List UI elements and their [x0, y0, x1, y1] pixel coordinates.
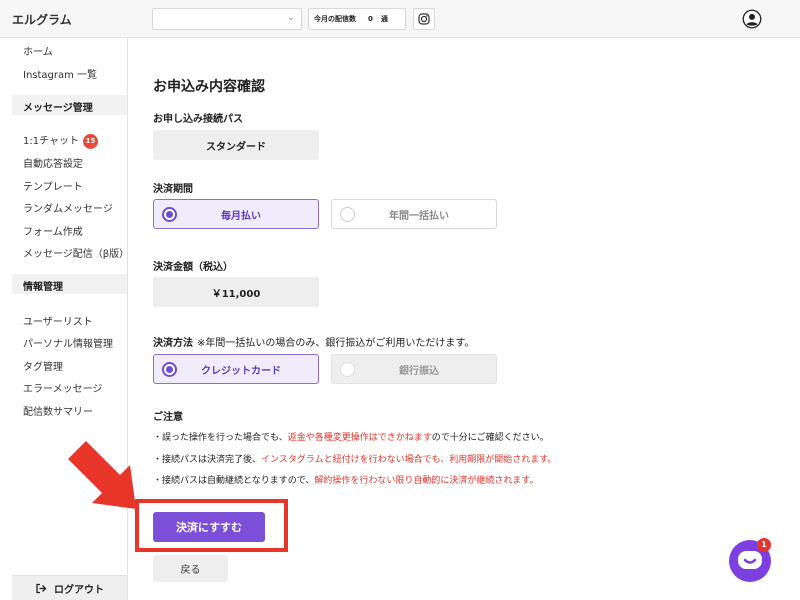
sidebar-item-personal-info[interactable]: パーソナル情報管理	[23, 335, 113, 350]
chat-unread-badge: 15	[83, 133, 98, 149]
main-content: お申込み内容確認 お申し込み接続パス スタンダード 決済期間 毎月払い 年間一括…	[129, 38, 800, 600]
sidebar-item-user-list[interactable]: ユーザーリスト	[23, 313, 93, 328]
back-button[interactable]: 戻る	[153, 555, 228, 582]
sidebar-section-message: メッセージ管理	[12, 95, 127, 115]
method-option-credit-card[interactable]: クレジットカード	[153, 354, 319, 384]
method-label: 決済方法 ※年間一括払いの場合のみ、銀行振込がご利用いただけます。	[153, 334, 474, 349]
pass-label: お申し込み接続パス	[153, 114, 243, 125]
sidebar-item-template[interactable]: テンプレート	[23, 178, 83, 193]
monthly-send-unit: 通	[380, 15, 388, 23]
sidebar-item-home[interactable]: ホーム	[23, 43, 53, 58]
sidebar-item-tag[interactable]: タグ管理	[23, 358, 63, 373]
amount-label: 決済金額（税込）	[153, 262, 233, 273]
caution-line-3: ・接続パスは自動継続となりますので、解約操作を行わない限り自動的に決済が継続され…	[153, 473, 538, 486]
instagram-button[interactable]	[413, 8, 435, 30]
page-title: お申込み内容確認	[153, 79, 265, 95]
caution-title: ご注意	[153, 412, 183, 423]
period-option-monthly-label: 毎月払い	[221, 210, 261, 222]
sidebar-item-random-message[interactable]: ランダムメッセージ	[23, 200, 113, 215]
method-label-text: 決済方法	[153, 338, 193, 349]
caution-text: ・接続パスは自動継続となりますので、	[153, 476, 315, 486]
top-header: エルグラム ⌄ 今月の配信数 0 通	[0, 0, 800, 38]
radio-selected-icon	[162, 362, 177, 377]
radio-disabled-icon	[340, 362, 355, 377]
proceed-payment-button[interactable]: 決済にすすむ	[153, 512, 265, 542]
logout-button[interactable]: ログアウト	[12, 575, 127, 600]
method-note: ※年間一括払いの場合のみ、銀行振込がご利用いただけます。	[197, 338, 475, 349]
amount-value: ￥11,000	[153, 277, 319, 307]
caution-line-1: ・誤った操作を行った場合でも、返金や各種変更操作はできかねますので十分にご確認く…	[153, 430, 549, 443]
sidebar-item-form[interactable]: フォーム作成	[23, 223, 83, 238]
sidebar-item-send-summary[interactable]: 配信数サマリー	[23, 403, 93, 418]
monthly-send-count: 今月の配信数 0 通	[308, 8, 406, 30]
caution-highlight: インスタグラムと紐付けを行わない場合でも、利用期限が開始されます。	[261, 455, 557, 465]
period-option-yearly[interactable]: 年間一括払い	[331, 199, 497, 229]
chat-bubble-icon	[738, 551, 762, 569]
method-option-credit-card-label: クレジットカード	[201, 365, 281, 377]
app-logo[interactable]: エルグラム	[12, 11, 72, 28]
pointer-arrow-icon	[68, 441, 136, 509]
sidebar-item-chat[interactable]: 1:1チャット 15	[23, 132, 98, 149]
sidebar-item-error-message[interactable]: エラーメッセージ	[23, 380, 102, 395]
method-option-bank-transfer: 銀行振込	[331, 354, 497, 384]
caution-text: ので十分にご確認ください。	[431, 433, 549, 443]
caution-highlight: 返金や各種変更操作はできかねます	[287, 433, 432, 443]
logout-icon	[36, 583, 47, 593]
sidebar-item-broadcast[interactable]: メッセージ配信（β版）	[23, 245, 129, 260]
monthly-send-value: 0	[368, 15, 373, 23]
sidebar-item-chat-label: 1:1チャット	[23, 136, 79, 147]
caution-highlight: 解約操作を行わない限り自動的に決済が継続されます。	[314, 476, 539, 486]
sidebar-item-auto-reply[interactable]: 自動応答設定	[23, 155, 83, 170]
logout-label: ログアウト	[54, 584, 104, 596]
account-select[interactable]: ⌄	[152, 8, 302, 30]
radio-selected-icon	[162, 207, 177, 222]
pass-value: スタンダード	[153, 130, 319, 160]
sidebar-section-info: 情報管理	[12, 274, 127, 294]
period-option-yearly-label: 年間一括払い	[389, 210, 449, 222]
period-option-monthly[interactable]: 毎月払い	[153, 199, 319, 229]
instagram-icon	[418, 13, 430, 25]
sidebar-item-instagram-list[interactable]: Instagram 一覧	[23, 66, 97, 81]
radio-unselected-icon	[340, 207, 355, 222]
method-option-bank-transfer-label: 銀行振込	[399, 365, 439, 377]
chat-notification-badge: 1	[757, 538, 771, 552]
caution-line-2: ・接続パスは決済完了後、インスタグラムと紐付けを行わない場合でも、利用期限が開始…	[153, 452, 556, 465]
period-label: 決済期間	[153, 184, 193, 195]
user-avatar-icon[interactable]	[742, 9, 762, 29]
caution-text: ・接続パスは決済完了後、	[153, 455, 262, 465]
caution-text: ・誤った操作を行った場合でも、	[153, 433, 288, 443]
chevron-down-icon: ⌄	[286, 12, 295, 23]
monthly-send-label: 今月の配信数	[314, 15, 356, 23]
